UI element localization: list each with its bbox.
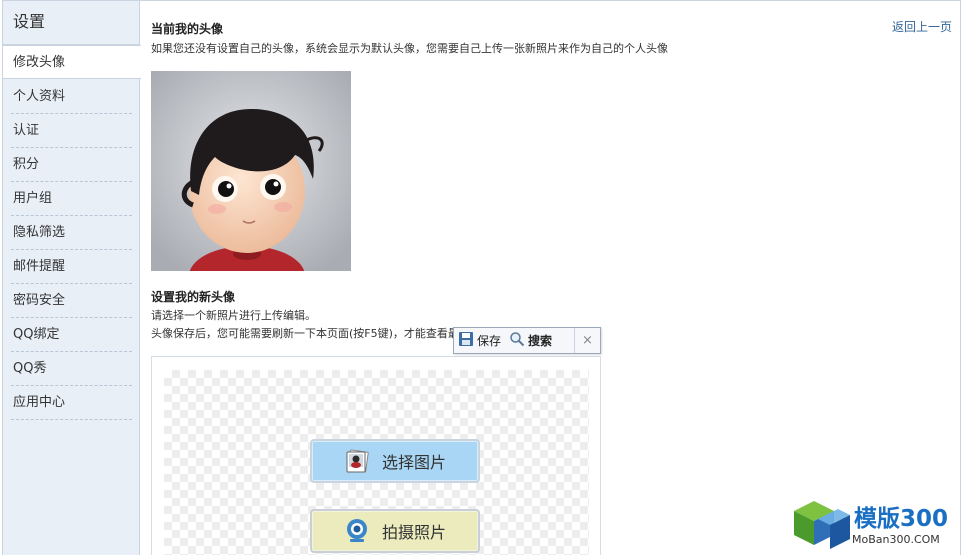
sidebar-item-password-security[interactable]: 密码安全 bbox=[3, 284, 140, 318]
sidebar-item-credits[interactable]: 积分 bbox=[3, 148, 140, 182]
take-photo-label: 拍摄照片 bbox=[381, 523, 446, 542]
current-avatar-description: 如果您还没有设置自己的头像，系统会显示为默认头像，您需要自己上传一张新照片来作为… bbox=[151, 42, 668, 55]
sidebar-item-privacy[interactable]: 隐私筛选 bbox=[3, 216, 140, 250]
cube-logo-icon bbox=[794, 501, 850, 549]
sidebar-item-label: QQ秀 bbox=[13, 361, 47, 376]
new-avatar-title: 设置我的新头像 bbox=[151, 290, 236, 304]
close-icon[interactable]: × bbox=[574, 328, 600, 353]
sidebar-item-avatar[interactable]: 修改头像 bbox=[3, 45, 141, 79]
sidebar-item-app-center[interactable]: 应用中心 bbox=[3, 386, 140, 420]
sidebar-item-label: 个人资料 bbox=[13, 89, 66, 104]
sidebar-item-label: 邮件提醒 bbox=[13, 259, 66, 274]
search-label: 搜索 bbox=[528, 334, 553, 348]
sidebar-item-label: 修改头像 bbox=[13, 55, 66, 70]
new-avatar-description: 请选择一个新照片进行上传编辑。 bbox=[151, 309, 316, 322]
sidebar-item-label: QQ绑定 bbox=[13, 327, 60, 342]
sidebar-item-profile[interactable]: 个人资料 bbox=[3, 80, 140, 114]
save-icon bbox=[458, 331, 477, 350]
site-watermark: 模版300 MoBan300.COM bbox=[788, 493, 963, 555]
current-avatar-title: 当前我的头像 bbox=[151, 22, 224, 36]
settings-sidebar: 设置 修改头像 个人资料 认证 积分 用户组 隐私筛选 邮件提醒 密码安全 QQ… bbox=[3, 1, 141, 555]
webcam-icon bbox=[344, 518, 370, 544]
sidebar-item-usergroup[interactable]: 用户组 bbox=[3, 182, 140, 216]
watermark-url: MoBan300.COM bbox=[852, 533, 940, 546]
sidebar-title: 设置 bbox=[3, 1, 139, 45]
sidebar-item-label: 应用中心 bbox=[13, 395, 66, 410]
editor-canvas: 选择图片 拍摄照片 bbox=[164, 370, 589, 555]
current-avatar-image bbox=[151, 71, 351, 271]
select-image-button[interactable]: 选择图片 bbox=[310, 439, 480, 483]
back-link[interactable]: 返回上一页 bbox=[892, 18, 952, 35]
floating-toolbar: 保存 搜索 × bbox=[453, 327, 601, 354]
sidebar-item-qq-show[interactable]: QQ秀 bbox=[3, 352, 140, 386]
sidebar-item-qq-bind[interactable]: QQ绑定 bbox=[3, 318, 140, 352]
sidebar-item-label: 认证 bbox=[13, 123, 40, 138]
sidebar-item-email-reminder[interactable]: 邮件提醒 bbox=[3, 250, 140, 284]
sidebar-item-label: 用户组 bbox=[13, 191, 53, 206]
sidebar-item-verification[interactable]: 认证 bbox=[3, 114, 140, 148]
select-image-label: 选择图片 bbox=[381, 453, 446, 472]
main-content: 当前我的头像 如果您还没有设置自己的头像，系统会显示为默认头像，您需要自己上传一… bbox=[151, 0, 956, 555]
sidebar-item-label: 隐私筛选 bbox=[13, 225, 66, 240]
save-button[interactable]: 保存 bbox=[454, 328, 505, 353]
search-button[interactable]: 搜索 bbox=[505, 328, 556, 353]
photo-icon bbox=[344, 449, 370, 473]
search-icon bbox=[509, 331, 528, 350]
avatar-editor: 选择图片 拍摄照片 bbox=[151, 356, 601, 555]
save-label: 保存 bbox=[477, 334, 502, 348]
sidebar-item-label: 密码安全 bbox=[13, 293, 66, 308]
sidebar-item-label: 积分 bbox=[13, 157, 40, 172]
watermark-brand: 模版300 bbox=[854, 506, 949, 532]
take-photo-button[interactable]: 拍摄照片 bbox=[310, 509, 480, 553]
